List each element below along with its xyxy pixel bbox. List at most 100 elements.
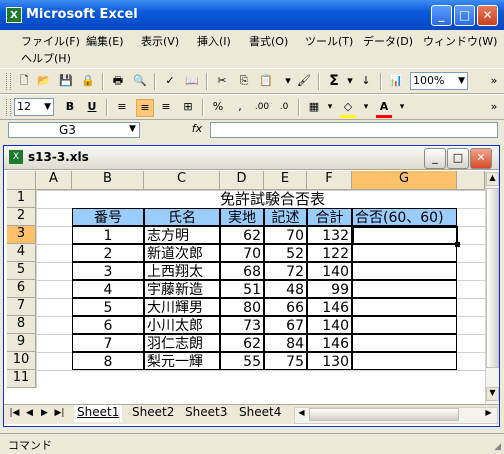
autosum-icon[interactable]: Σ xyxy=(326,73,342,89)
cell-practical[interactable]: 55 xyxy=(220,352,264,370)
cell-pass-fail[interactable] xyxy=(352,316,457,334)
bold-icon[interactable]: B xyxy=(62,99,78,115)
cell-name[interactable]: 梨元一輝 xyxy=(144,352,220,370)
menu-help[interactable]: ヘルプ(H) xyxy=(18,49,74,67)
sheet-tab-sheet3[interactable]: Sheet3 xyxy=(182,405,230,422)
cell-name[interactable]: 宇藤新造 xyxy=(144,280,220,298)
excel-app-icon[interactable]: X xyxy=(6,7,22,23)
row-header[interactable]: 8 xyxy=(7,316,36,334)
cell-practical[interactable]: 62 xyxy=(220,334,264,352)
insert-function-icon[interactable]: fx xyxy=(188,122,206,138)
underline-icon[interactable]: U xyxy=(84,99,100,115)
row-header[interactable]: 3 xyxy=(7,226,36,244)
cell-practical[interactable]: 68 xyxy=(220,262,264,280)
scroll-left-icon[interactable]: ◀ xyxy=(295,408,308,421)
cell-written[interactable]: 52 xyxy=(264,244,307,262)
menu-insert[interactable]: 挿入(I) xyxy=(194,32,234,50)
row-header[interactable]: 5 xyxy=(7,262,36,280)
sort-ascending-icon[interactable]: ↓ xyxy=(358,73,374,89)
cell-pass-fail[interactable] xyxy=(352,280,457,298)
row-header[interactable]: 2 xyxy=(7,208,36,226)
cell-number[interactable]: 1 xyxy=(72,226,144,244)
hscroll-thumb[interactable] xyxy=(309,408,459,421)
print-preview-icon[interactable]: 🔍 xyxy=(132,73,148,89)
workbook-minimize-button[interactable]: _ xyxy=(424,148,446,169)
row-header[interactable]: 4 xyxy=(7,244,36,262)
cell-total[interactable]: 140 xyxy=(307,262,352,280)
cell-total[interactable]: 146 xyxy=(307,298,352,316)
cell-name[interactable]: 大川輝男 xyxy=(144,298,220,316)
format-painter-icon[interactable]: 🖌 xyxy=(296,73,312,89)
paste-dropdown-icon[interactable]: ▾ xyxy=(280,73,296,89)
header-pass-fail[interactable]: 合否(60、60) xyxy=(352,208,457,226)
fill-color-dropdown-icon[interactable]: ▾ xyxy=(358,99,374,115)
cell-written[interactable]: 67 xyxy=(264,316,307,334)
maximize-button[interactable]: □ xyxy=(454,5,475,26)
fill-handle[interactable] xyxy=(455,242,460,247)
row-header[interactable]: 10 xyxy=(7,352,36,370)
cell-pass-fail[interactable] xyxy=(352,244,457,262)
scroll-up-icon[interactable]: ▲ xyxy=(486,172,499,186)
zoom-select[interactable]: 100% ▼ xyxy=(410,72,468,90)
cell-name[interactable]: 小川太郎 xyxy=(144,316,220,334)
spelling-icon[interactable]: ✓ xyxy=(162,73,178,89)
cell-practical[interactable]: 80 xyxy=(220,298,264,316)
cell-written[interactable]: 75 xyxy=(264,352,307,370)
row-header[interactable]: 6 xyxy=(7,280,36,298)
cell-written[interactable]: 72 xyxy=(264,262,307,280)
toolbar-options-icon[interactable]: » xyxy=(486,99,502,115)
close-button[interactable]: ✕ xyxy=(477,5,498,26)
header-written[interactable]: 記述 xyxy=(264,208,307,226)
cell-number[interactable]: 6 xyxy=(72,316,144,334)
comma-style-icon[interactable]: , xyxy=(232,99,248,115)
header-name[interactable]: 氏名 xyxy=(144,208,220,226)
cell-number[interactable]: 5 xyxy=(72,298,144,316)
cell-pass-fail[interactable] xyxy=(352,298,457,316)
chart-wizard-icon[interactable]: 📊 xyxy=(388,73,404,89)
toolbar-options-icon[interactable]: » xyxy=(486,73,502,89)
increase-decimal-icon[interactable]: .00 xyxy=(254,99,270,115)
copy-icon[interactable]: ⎘ xyxy=(236,73,252,89)
name-box[interactable]: G3 ▼ xyxy=(8,122,140,138)
cell-total[interactable]: 132 xyxy=(307,226,352,244)
cell-name[interactable]: 上西翔太 xyxy=(144,262,220,280)
chevron-down-icon[interactable]: ▼ xyxy=(129,124,136,134)
cell-total[interactable]: 146 xyxy=(307,334,352,352)
header-number[interactable]: 番号 xyxy=(72,208,144,226)
column-header-d[interactable]: D xyxy=(220,171,264,190)
cell-pass-fail[interactable] xyxy=(352,262,457,280)
borders-icon[interactable]: ▦ xyxy=(306,99,322,115)
cell-number[interactable]: 3 xyxy=(72,262,144,280)
sheet-title[interactable]: 免許試験合否表 xyxy=(220,190,380,208)
cell-number[interactable]: 7 xyxy=(72,334,144,352)
print-icon[interactable]: 🖶 xyxy=(110,73,126,89)
formula-input[interactable] xyxy=(210,122,498,138)
cell-written[interactable]: 70 xyxy=(264,226,307,244)
font-color-icon[interactable]: A xyxy=(376,99,392,118)
cell-pass-fail[interactable] xyxy=(352,352,457,370)
paste-icon[interactable]: 📋 xyxy=(258,73,274,89)
cell-number[interactable]: 2 xyxy=(72,244,144,262)
column-header-e[interactable]: E xyxy=(264,171,307,190)
toolbar-grip[interactable] xyxy=(6,99,11,116)
research-icon[interactable]: 📖 xyxy=(184,73,200,89)
scroll-thumb[interactable] xyxy=(486,188,499,368)
cell-written[interactable]: 84 xyxy=(264,334,307,352)
first-sheet-icon[interactable]: |◀ xyxy=(9,408,20,422)
active-cell-g3[interactable] xyxy=(352,226,458,245)
cell-name[interactable]: 羽仁志朗 xyxy=(144,334,220,352)
save-icon[interactable]: 💾 xyxy=(58,73,74,89)
sheet-tab-sheet4[interactable]: Sheet4 xyxy=(236,405,284,422)
row-header[interactable]: 7 xyxy=(7,298,36,316)
percent-icon[interactable]: % xyxy=(210,99,226,115)
column-header-g[interactable]: G xyxy=(352,171,457,190)
menu-tools[interactable]: ツール(T) xyxy=(302,32,356,50)
cell-number[interactable]: 8 xyxy=(72,352,144,370)
autosum-dropdown-icon[interactable]: ▾ xyxy=(342,73,358,89)
resize-grip-icon[interactable]: ◢ xyxy=(494,442,501,452)
column-header-a[interactable]: A xyxy=(36,171,72,190)
sheet-tab-sheet2[interactable]: Sheet2 xyxy=(129,405,177,422)
scroll-right-icon[interactable]: ▶ xyxy=(482,408,495,421)
cell-total[interactable]: 99 xyxy=(307,280,352,298)
new-icon[interactable]: 🗋 xyxy=(16,73,32,89)
